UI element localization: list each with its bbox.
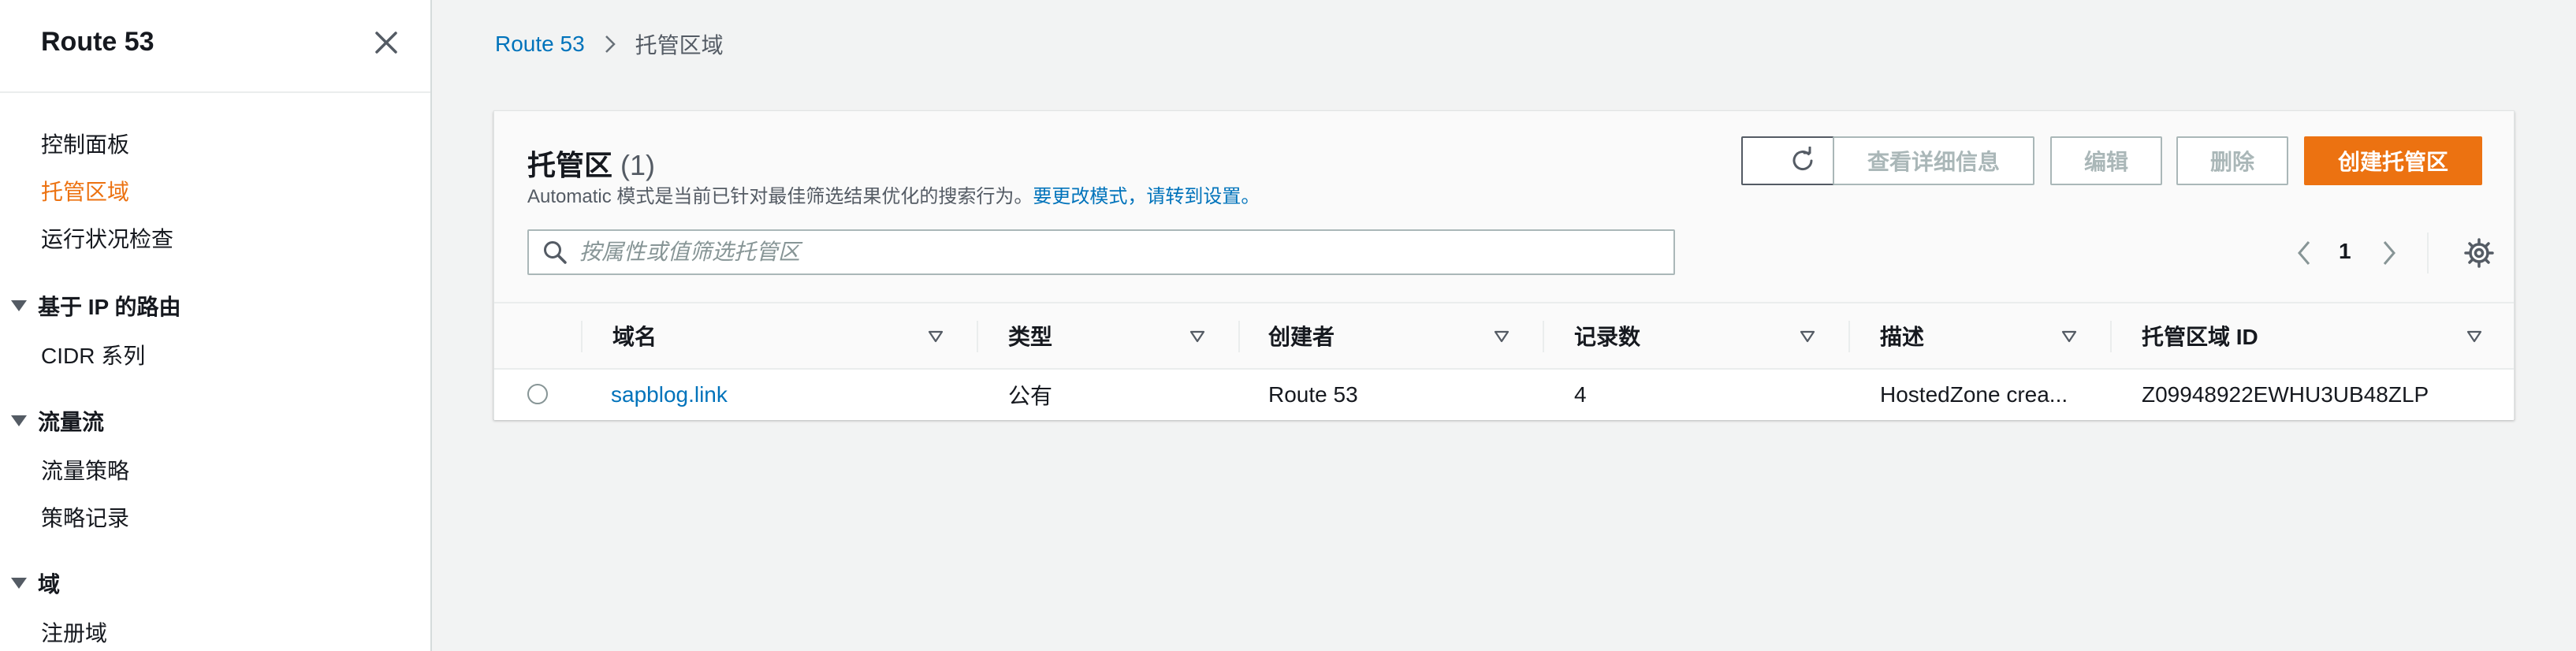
sidebar-section-label: 流量流 bbox=[38, 410, 105, 434]
column-header-record-count[interactable]: 记录数 bbox=[1574, 303, 1640, 368]
column-divider bbox=[581, 321, 583, 352]
column-header-type[interactable]: 类型 bbox=[1008, 303, 1052, 368]
column-header-description[interactable]: 描述 bbox=[1880, 303, 1924, 368]
sidebar-item-traffic-policies[interactable]: 流量策略 bbox=[41, 454, 129, 485]
sort-triangle-icon[interactable] bbox=[1188, 327, 1207, 346]
hosted-zones-panel: 托管区 (1) Automatic 模式是当前已针对最佳筛选结果优化的搜索行为。… bbox=[493, 110, 2515, 420]
page-number[interactable]: 1 bbox=[2339, 239, 2351, 264]
search-icon bbox=[544, 241, 567, 264]
sidebar-section-label: 基于 IP 的路由 bbox=[38, 295, 181, 319]
panel-header: 托管区 (1) Automatic 模式是当前已针对最佳筛选结果优化的搜索行为。… bbox=[494, 111, 2514, 302]
close-icon[interactable] bbox=[370, 27, 402, 58]
column-divider bbox=[1848, 321, 1850, 352]
panel-title-count: (1) bbox=[620, 149, 656, 181]
create-hosted-zone-button[interactable]: 创建托管区 bbox=[2304, 136, 2482, 185]
caret-down-icon bbox=[11, 415, 27, 426]
sort-triangle-icon[interactable] bbox=[1492, 327, 1511, 346]
sidebar-section-label: 域 bbox=[38, 572, 61, 597]
sort-triangle-icon[interactable] bbox=[2465, 327, 2484, 346]
sidebar-section-traffic-flow[interactable]: 流量流 bbox=[11, 405, 104, 437]
edit-button[interactable]: 编辑 bbox=[2050, 136, 2162, 185]
cell-type: 公有 bbox=[1008, 384, 1053, 408]
caret-down-icon bbox=[11, 578, 27, 589]
sidebar-item-hosted-zones[interactable]: 托管区域 bbox=[41, 175, 129, 206]
panel-title-text: 托管区 bbox=[527, 149, 613, 181]
column-divider bbox=[1543, 321, 1544, 352]
sidebar-section-ip-routing[interactable]: 基于 IP 的路由 bbox=[11, 290, 181, 322]
refresh-icon bbox=[1792, 147, 1813, 171]
cell-description: HostedZone crea... bbox=[1880, 382, 2068, 407]
sidebar-item-health-checks[interactable]: 运行状况检查 bbox=[41, 222, 173, 254]
breadcrumb: Route 53 托管区域 bbox=[495, 28, 724, 60]
column-divider bbox=[1238, 321, 1240, 352]
domain-name-link[interactable]: sapblog.link bbox=[611, 370, 728, 420]
chevron-right-icon[interactable] bbox=[2375, 237, 2402, 269]
cell-created-by: Route 53 bbox=[1268, 382, 1358, 407]
chevron-right-icon bbox=[605, 35, 616, 53]
panel-description-text: Automatic 模式是当前已针对最佳筛选结果优化的搜索行为。 bbox=[527, 186, 1033, 207]
sidebar-item-cidr-collections[interactable]: CIDR 系列 bbox=[41, 339, 145, 370]
column-header-zone-id[interactable]: 托管区域 ID bbox=[2142, 303, 2258, 368]
panel-description: Automatic 模式是当前已针对最佳筛选结果优化的搜索行为。要更改模式，请转… bbox=[527, 180, 1260, 208]
breadcrumb-current: 托管区域 bbox=[635, 33, 724, 58]
sort-triangle-icon[interactable] bbox=[1798, 327, 1817, 346]
row-select-radio[interactable] bbox=[527, 384, 548, 404]
sidebar-title: Route 53 bbox=[41, 27, 154, 57]
sidebar-section-domains[interactable]: 域 bbox=[11, 567, 60, 599]
cell-record-count: 4 bbox=[1574, 382, 1587, 407]
gear-icon[interactable] bbox=[2463, 237, 2495, 269]
sidebar-item-policy-records[interactable]: 策略记录 bbox=[41, 501, 129, 533]
search-field[interactable] bbox=[527, 229, 1675, 275]
sort-triangle-icon[interactable] bbox=[926, 327, 945, 346]
caret-down-icon bbox=[11, 300, 27, 311]
delete-button[interactable]: 删除 bbox=[2176, 136, 2288, 185]
pagination-divider bbox=[2427, 232, 2429, 273]
side-navigation: Route 53 控制面板 托管区域 运行状况检查 基于 IP 的路由 CIDR… bbox=[0, 0, 432, 651]
sidebar-item-dashboard[interactable]: 控制面板 bbox=[41, 128, 129, 159]
column-divider bbox=[977, 321, 978, 352]
chevron-left-icon[interactable] bbox=[2291, 237, 2318, 269]
change-mode-link[interactable]: 要更改模式，请转到设置。 bbox=[1033, 186, 1260, 207]
column-header-created-by[interactable]: 创建者 bbox=[1268, 303, 1335, 368]
table-header: 域名 类型 创建者 记录数 描述 托管区域 ID bbox=[494, 302, 2514, 370]
sidebar-item-registered-domains[interactable]: 注册域 bbox=[41, 616, 107, 648]
column-header-domain[interactable]: 域名 bbox=[612, 303, 657, 368]
table-row[interactable]: sapblog.link 公有 Route 53 4 HostedZone cr… bbox=[494, 370, 2514, 420]
breadcrumb-root-link[interactable]: Route 53 bbox=[495, 32, 585, 57]
sort-triangle-icon[interactable] bbox=[2060, 327, 2079, 346]
search-input[interactable] bbox=[579, 240, 1651, 265]
cell-zone-id: Z09948922EWHU3UB48ZLP bbox=[2142, 382, 2429, 407]
column-divider bbox=[2110, 321, 2112, 352]
panel-title: 托管区 (1) bbox=[527, 143, 655, 184]
view-details-button[interactable]: 查看详细信息 bbox=[1833, 136, 2034, 185]
sidebar-header: Route 53 bbox=[0, 0, 430, 93]
